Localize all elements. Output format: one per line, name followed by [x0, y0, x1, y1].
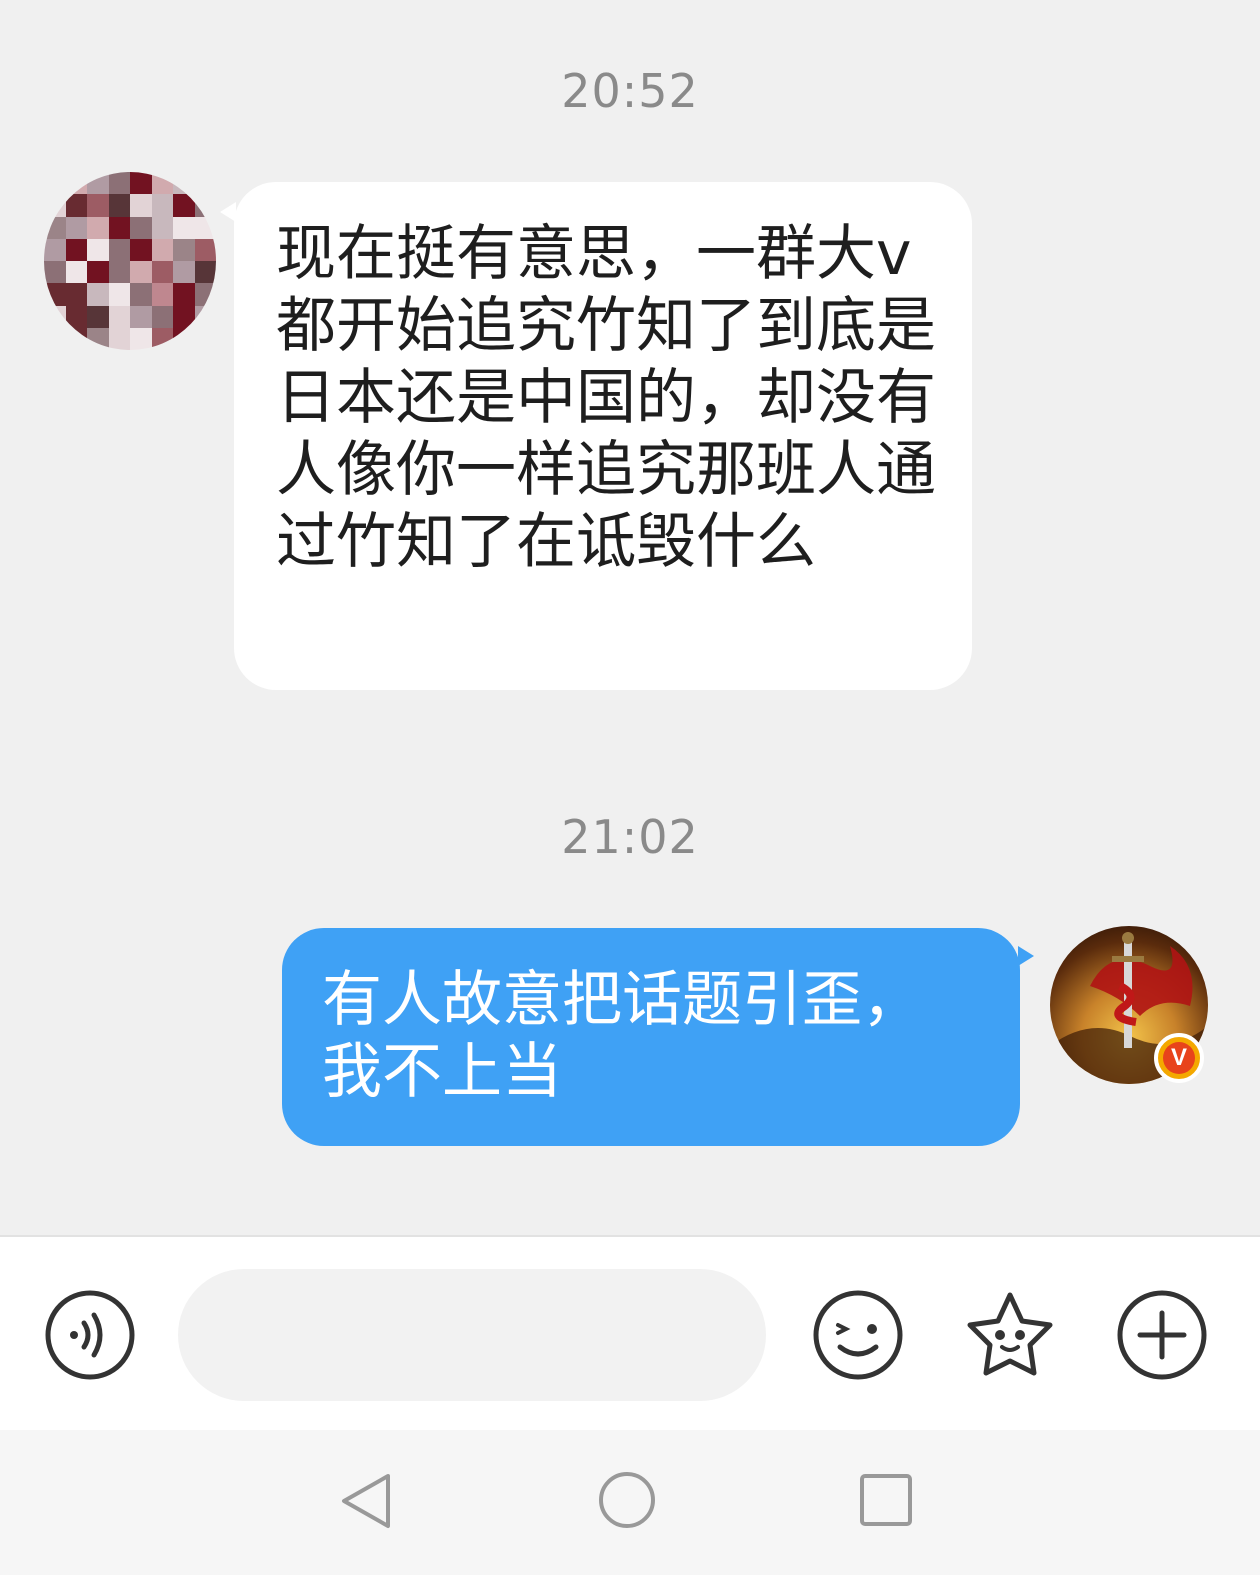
- avatar-mosaic-cell: [44, 172, 66, 195]
- outgoing-message-bubble[interactable]: 有人故意把话题引歪，我不上当: [282, 928, 1034, 1146]
- avatar-mosaic-cell: [194, 261, 216, 284]
- avatar-mosaic-cell: [44, 283, 66, 306]
- avatar-mosaic-cell: [173, 238, 195, 261]
- avatar-mosaic-cell: [65, 238, 87, 261]
- avatar-mosaic-cell: [151, 216, 173, 239]
- avatar-mosaic-cell: [108, 194, 130, 217]
- avatar-mosaic-cell: [130, 216, 152, 239]
- avatar-mosaic-cell: [151, 283, 173, 306]
- chat-area[interactable]: 20:52 现在挺有意思，一群大v都开始追究竹知了到底是日本还是中国的，却没有人…: [0, 0, 1260, 1235]
- avatar-mosaic-cell: [108, 238, 130, 261]
- triangle-back-icon[interactable]: [336, 1470, 396, 1532]
- smiley-icon[interactable]: [812, 1289, 904, 1385]
- verified-badge: V: [1154, 1033, 1204, 1083]
- avatar-mosaic-cell: [173, 305, 195, 328]
- avatar-mosaic-cell: [87, 238, 109, 261]
- circle-home-icon[interactable]: [597, 1470, 657, 1530]
- avatar-mosaic-cell: [151, 194, 173, 217]
- avatar-mosaic-cell: [87, 305, 109, 328]
- avatar-mosaic-cell: [130, 261, 152, 284]
- avatar-mosaic-cell: [65, 194, 87, 217]
- avatar-mosaic-cell: [130, 194, 152, 217]
- avatar-mosaic-cell: [194, 305, 216, 328]
- avatar-mosaic-cell: [173, 283, 195, 306]
- avatar-mosaic-cell: [108, 283, 130, 306]
- timestamp: 20:52: [561, 64, 699, 118]
- avatar-mosaic-cell: [44, 327, 66, 350]
- avatar-mosaic-cell: [130, 305, 152, 328]
- avatar-mosaic-cell: [151, 327, 173, 350]
- avatar-mosaic-cell: [44, 238, 66, 261]
- avatar-mosaic-cell: [108, 261, 130, 284]
- avatar-mosaic-cell: [65, 216, 87, 239]
- avatar-mosaic-cell: [173, 172, 195, 195]
- square-recents-icon[interactable]: [858, 1472, 914, 1528]
- avatar-mosaic-cell: [65, 172, 87, 195]
- avatar-mosaic-cell: [151, 172, 173, 195]
- avatar-mosaic-cell: [44, 305, 66, 328]
- input-bar: [0, 1235, 1260, 1430]
- sender-avatar[interactable]: [44, 172, 216, 350]
- plus-icon[interactable]: [1116, 1289, 1208, 1385]
- avatar-mosaic-cell: [151, 238, 173, 261]
- avatar-mosaic-cell: [87, 216, 109, 239]
- avatar-mosaic-cell: [194, 238, 216, 261]
- verified-badge-label: V: [1163, 1042, 1195, 1074]
- avatar-mosaic-cell: [44, 216, 66, 239]
- system-navigation-bar: [0, 1430, 1260, 1575]
- avatar-mosaic-cell: [87, 261, 109, 284]
- avatar-mosaic-cell: [108, 172, 130, 195]
- avatar-mosaic-cell: [194, 172, 216, 195]
- avatar-mosaic-cell: [108, 327, 130, 350]
- avatar-mosaic-cell: [194, 283, 216, 306]
- avatar-mosaic-cell: [108, 216, 130, 239]
- avatar-mosaic-cell: [108, 305, 130, 328]
- avatar-mosaic-cell: [173, 327, 195, 350]
- avatar-mosaic-cell: [87, 283, 109, 306]
- avatar-mosaic-cell: [194, 194, 216, 217]
- avatar-mosaic-cell: [44, 261, 66, 284]
- avatar-mosaic-cell: [87, 172, 109, 195]
- avatar-mosaic-cell: [65, 261, 87, 284]
- outgoing-message-text: 有人故意把话题引歪，我不上当: [322, 965, 922, 1107]
- incoming-message-text: 现在挺有意思，一群大v都开始追究竹知了到底是日本还是中国的，却没有人像你一样追究…: [276, 219, 936, 577]
- avatar-mosaic-cell: [87, 327, 109, 350]
- avatar-mosaic-cell: [130, 327, 152, 350]
- avatar-mosaic-cell: [173, 194, 195, 217]
- avatar-mosaic-cell: [130, 238, 152, 261]
- avatar-mosaic-cell: [65, 327, 87, 350]
- avatar-mosaic-cell: [151, 305, 173, 328]
- avatar-mosaic-cell: [194, 216, 216, 239]
- incoming-message-bubble[interactable]: 现在挺有意思，一群大v都开始追究竹知了到底是日本还是中国的，却没有人像你一样追究…: [220, 182, 972, 690]
- timestamp: 21:02: [561, 810, 699, 864]
- avatar-mosaic-cell: [173, 261, 195, 284]
- avatar-mosaic-cell: [130, 172, 152, 195]
- avatar-mosaic-cell: [87, 194, 109, 217]
- avatar-mosaic-cell: [65, 305, 87, 328]
- avatar-mosaic-cell: [65, 283, 87, 306]
- avatar-mosaic-cell: [130, 283, 152, 306]
- avatar-mosaic-cell: [151, 261, 173, 284]
- avatar-mosaic-cell: [173, 216, 195, 239]
- message-input[interactable]: [178, 1269, 766, 1401]
- avatar-mosaic-cell: [194, 327, 216, 350]
- star-sticker-icon[interactable]: [962, 1287, 1058, 1387]
- avatar-mosaic-cell: [44, 194, 66, 217]
- voice-icon[interactable]: [44, 1289, 136, 1385]
